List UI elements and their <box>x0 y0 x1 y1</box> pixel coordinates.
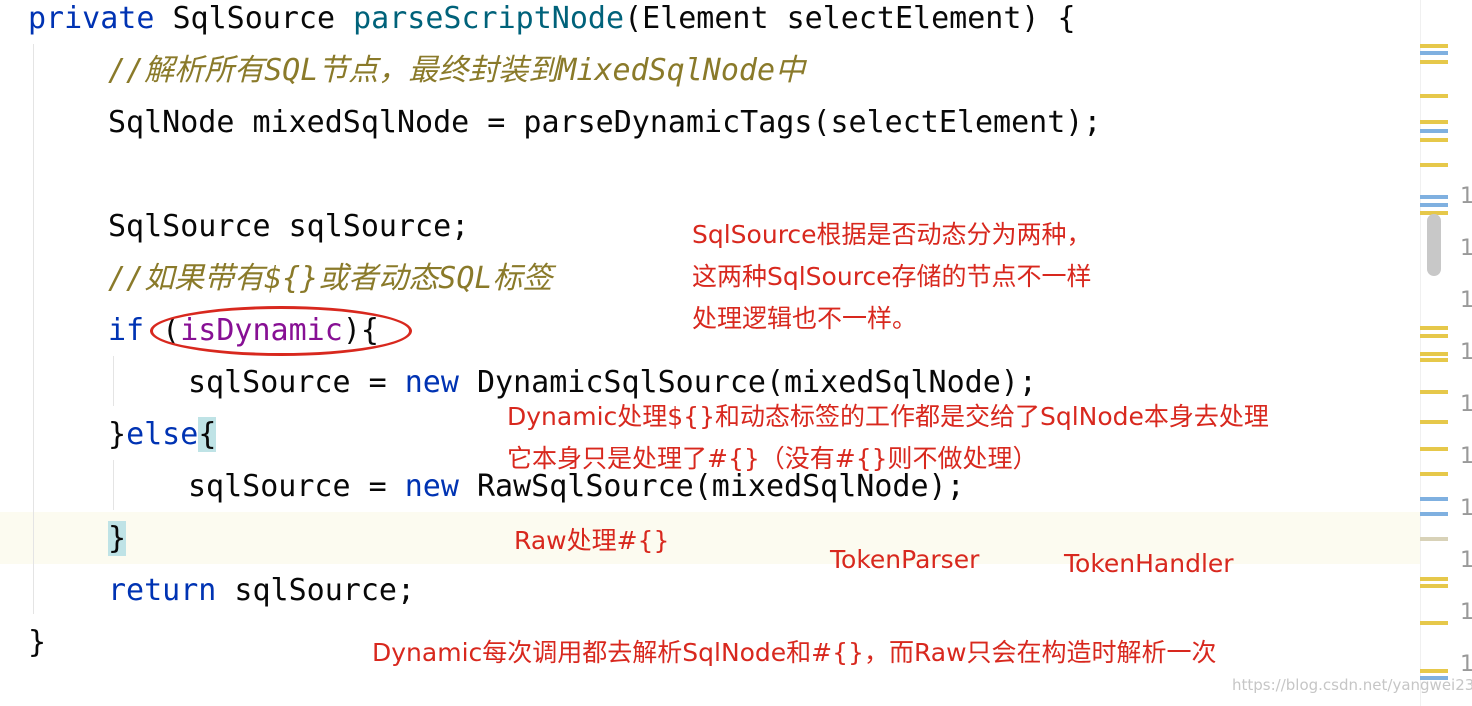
code-editor[interactable]: private SqlSource parseScriptNode(Elemen… <box>0 0 1472 706</box>
keyword-else: else <box>126 417 199 452</box>
marker-yellow[interactable] <box>1420 447 1448 451</box>
matched-brace: { <box>198 417 217 452</box>
code-line-2: //解析所有SQL节点，最终封装到MixedSqlNode中 <box>108 53 806 88</box>
return-type: SqlSource <box>172 1 336 36</box>
annotation-note-5: 它本身只是处理了#{}（没有#{}则不做处理） <box>507 444 1038 473</box>
code-line-1: private SqlSource parseScriptNode(Elemen… <box>28 0 1076 45</box>
gutter-line-number: 1 <box>1460 184 1472 209</box>
annotation-tokenhandler: TokenHandler <box>1064 549 1234 578</box>
scrollbar-thumb[interactable] <box>1427 214 1441 276</box>
code-line-6: //如果带有${}或者动态SQL标签 <box>108 261 553 296</box>
gutter-line-number: 1 <box>1460 444 1472 469</box>
marker-yellow[interactable] <box>1420 358 1448 362</box>
keyword-private: private <box>28 1 155 36</box>
marker-yellow[interactable] <box>1420 94 1448 98</box>
constructor: DynamicSqlSource(mixedSqlNode); <box>458 365 1037 400</box>
gutter-line-number: 1 <box>1460 236 1472 261</box>
return-value: sqlSource; <box>216 573 416 608</box>
marker-yellow[interactable] <box>1420 472 1448 476</box>
code-line-13: } <box>28 625 47 660</box>
marker-yellow[interactable] <box>1420 326 1448 330</box>
method-args: (Element selectElement) { <box>624 1 1076 36</box>
marker-yellow[interactable] <box>1420 577 1448 581</box>
code-line-12: return sqlSource; <box>108 565 415 617</box>
marker-yellow[interactable] <box>1420 334 1448 338</box>
marker-yellow[interactable] <box>1420 584 1448 588</box>
marker-yellow[interactable] <box>1420 163 1448 167</box>
gutter-line-number: 1 <box>1460 496 1472 521</box>
marker-yellow[interactable] <box>1420 138 1448 142</box>
marker-yellow[interactable] <box>1420 44 1448 48</box>
marker-yellow[interactable] <box>1420 352 1448 356</box>
gutter-line-number: 1 <box>1460 340 1472 365</box>
gutter-line-number: 1 <box>1460 548 1472 573</box>
code-line-5: SqlSource sqlSource; <box>108 209 470 244</box>
annotation-note-3: 处理逻辑也不一样。 <box>692 304 918 333</box>
marker-yellow[interactable] <box>1420 120 1448 124</box>
keyword-new: new <box>404 469 459 504</box>
code-line-11: } <box>108 513 127 565</box>
marker-grey[interactable] <box>1420 537 1448 541</box>
code-line-9: }else{ <box>108 409 217 461</box>
highlight-ellipse <box>150 306 412 356</box>
marker-blue[interactable] <box>1420 195 1448 199</box>
gutter-line-number: 1 <box>1460 600 1472 625</box>
marker-blue[interactable] <box>1420 129 1448 133</box>
marker-yellow[interactable] <box>1420 621 1448 625</box>
marker-blue[interactable] <box>1420 497 1448 501</box>
gutter-line-number: 1 <box>1460 652 1472 677</box>
marker-blue[interactable] <box>1420 203 1448 207</box>
indent-guide <box>33 44 34 614</box>
watermark-text: https://blog.csdn.net/yangwei234 <box>1232 676 1472 694</box>
annotation-note-4: Dynamic处理${}和动态标签的工作都是交给了SqlNode本身去处理 <box>507 402 1269 431</box>
annotation-note-9: Dynamic每次调用都去解析SqlNode和#{}，而Raw只会在构造时解析一… <box>372 638 1217 667</box>
keyword-if: if <box>108 313 145 348</box>
marker-yellow[interactable] <box>1420 390 1448 394</box>
gutter-line-number: 1 <box>1460 288 1472 313</box>
assign: sqlSource = <box>188 365 405 400</box>
indent-guide <box>113 460 114 510</box>
code-line-3: SqlNode mixedSqlNode = parseDynamicTags(… <box>108 105 1102 140</box>
marker-yellow[interactable] <box>1420 669 1448 673</box>
gutter-line-number: 1 <box>1460 392 1472 417</box>
method-name: parseScriptNode <box>353 1 625 36</box>
annotation-note-2: 这两种SqlSource存储的节点不一样 <box>692 262 1092 291</box>
marker-yellow[interactable] <box>1420 60 1448 64</box>
keyword-new: new <box>404 365 459 400</box>
annotation-note-1: SqlSource根据是否动态分为两种， <box>692 220 1092 249</box>
marker-yellow[interactable] <box>1420 420 1448 424</box>
indent-guide <box>113 356 114 406</box>
assign: sqlSource = <box>188 469 405 504</box>
marker-blue[interactable] <box>1420 512 1448 516</box>
matched-brace: } <box>108 521 127 556</box>
annotation-tokenparser: TokenParser <box>830 545 980 574</box>
marker-blue[interactable] <box>1420 51 1448 55</box>
annotation-note-6: Raw处理#{} <box>514 526 670 555</box>
keyword-return: return <box>108 573 217 608</box>
close-brace: } <box>108 417 127 452</box>
